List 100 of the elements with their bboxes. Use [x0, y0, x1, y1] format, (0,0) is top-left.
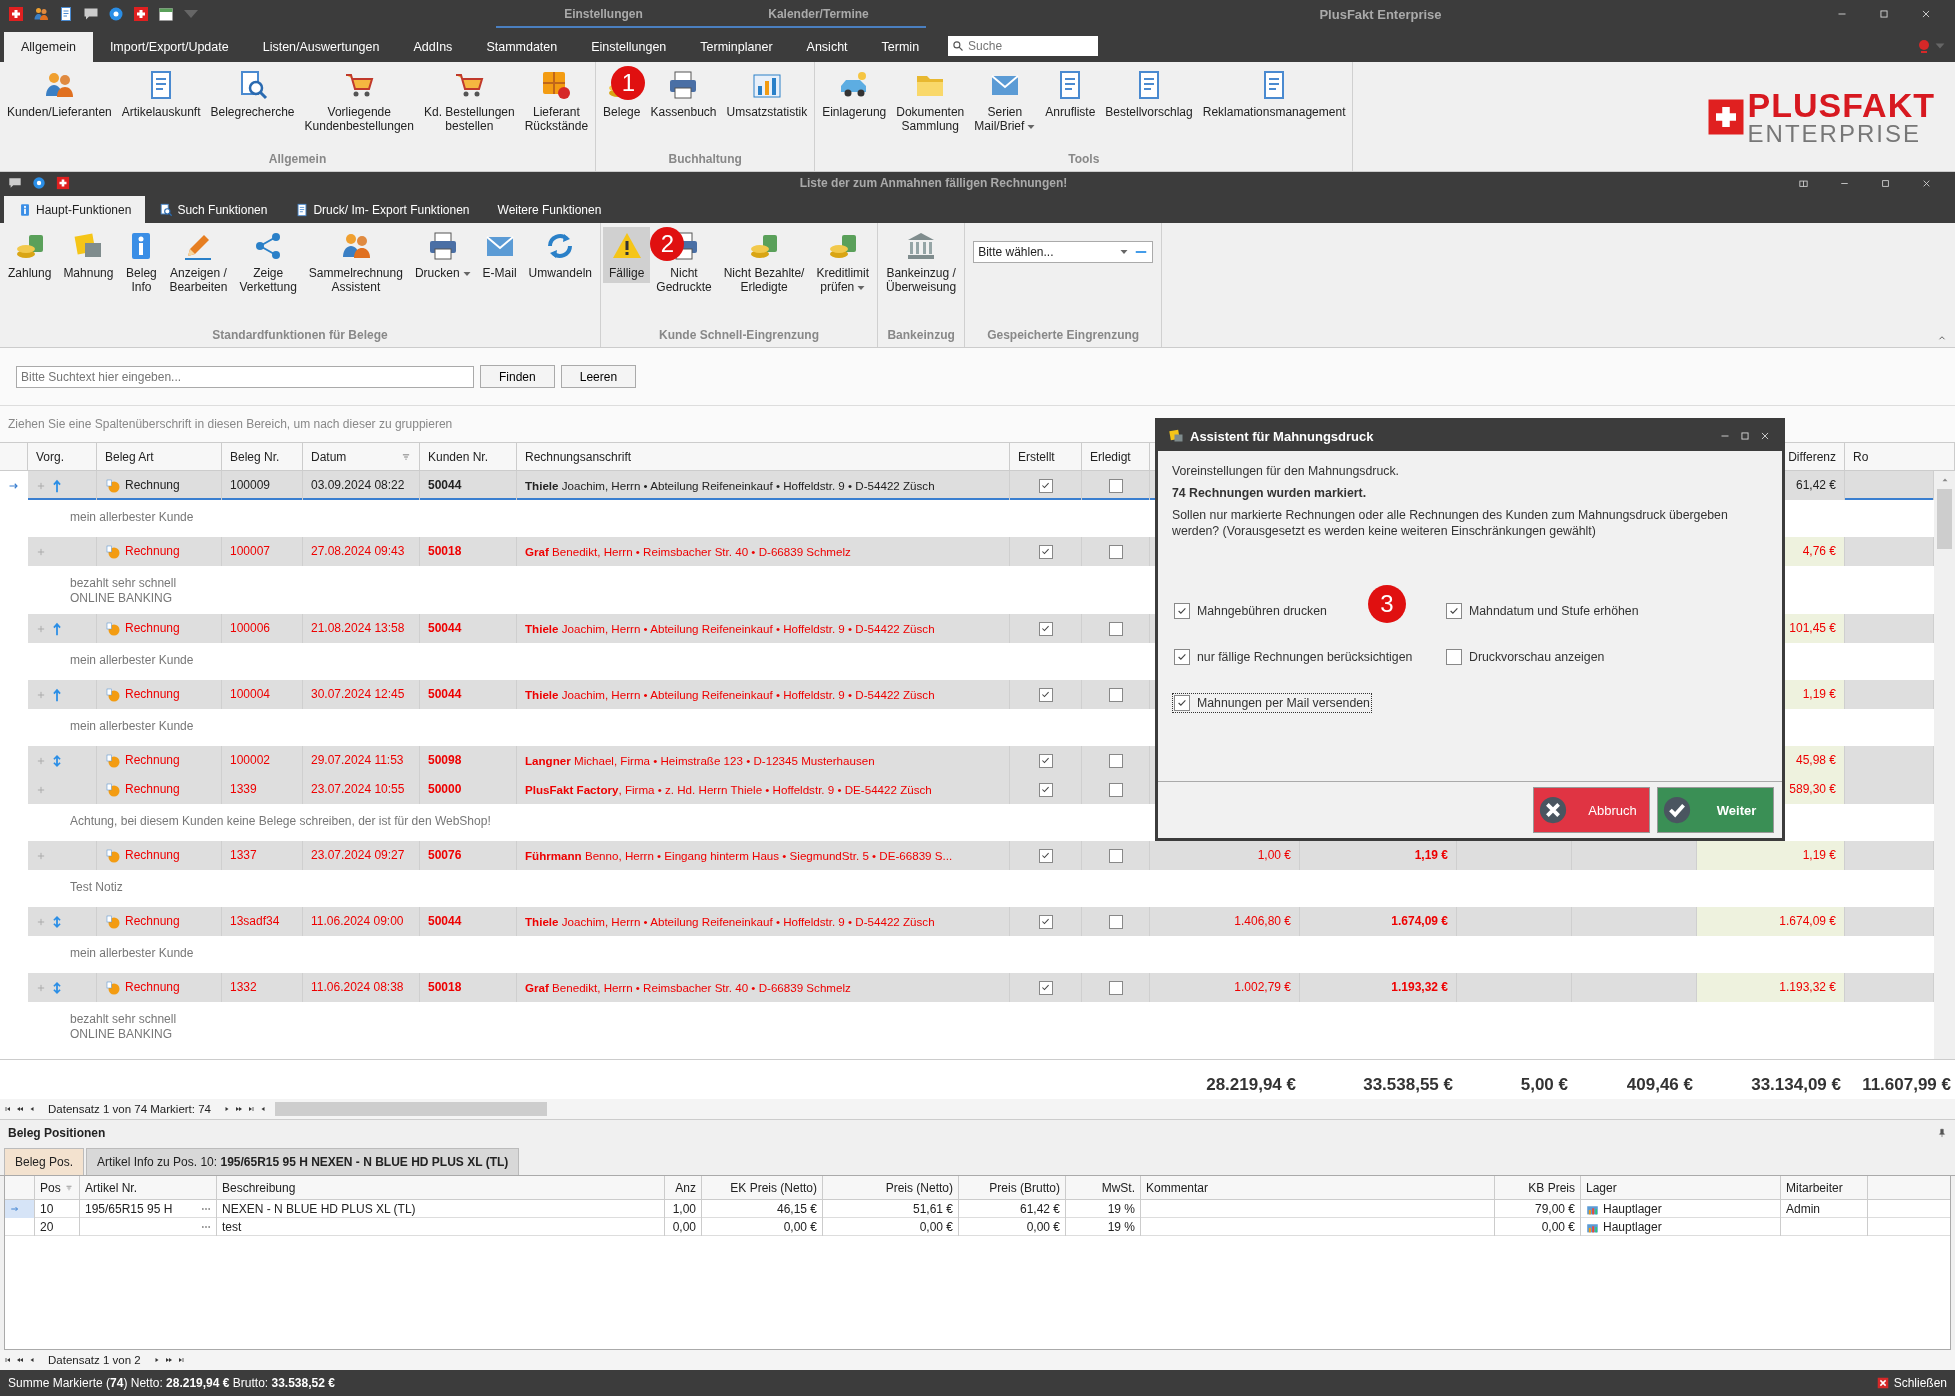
ribbon-button[interactable]: Sammelrechnung Assistent — [302, 227, 409, 297]
flag-icon[interactable] — [8, 6, 24, 22]
ribbon-button[interactable]: Kd. Bestellungen bestellen — [418, 66, 520, 136]
dialog-button[interactable]: Weiter — [1657, 787, 1774, 833]
checkbox[interactable] — [1038, 621, 1053, 636]
ribbon-button[interactable]: Umsatzstatistik — [721, 66, 813, 122]
search-field[interactable]: Suche — [948, 36, 1099, 56]
checkbox[interactable] — [1108, 980, 1123, 995]
next-page-icon[interactable] — [235, 1105, 243, 1113]
ribbon-tab[interactable]: Import/Export/Update — [92, 32, 246, 62]
column-header[interactable]: KB Preis — [1528, 1176, 1575, 1199]
search-field[interactable]: Bitte Suchtext hier eingeben... — [16, 365, 474, 388]
ribbon-button[interactable]: Dokumenten Sammlung — [891, 66, 970, 136]
previous-record-icon[interactable] — [28, 1105, 36, 1113]
maximize-icon[interactable] — [1738, 429, 1752, 443]
table-row[interactable]: Rechnung 1337 23.07.2024 09:27 50076 Führmann Benno, Herrn • Eingang hinterm Haus • SiegmundStr. 5 • DE-66839 S... 1,00 € 1,19 € 1,19 € — [28, 841, 1934, 870]
scrollbar[interactable] — [1934, 471, 1955, 1059]
ribbon-tab[interactable]: Allgemein — [4, 32, 93, 62]
column-header[interactable]: Pos — [40, 1176, 61, 1199]
ribbon-button[interactable]: Anzeigen / Bearbeiten — [163, 227, 234, 297]
users-icon[interactable] — [33, 6, 49, 22]
ribbon-button[interactable]: Belegrecherche — [205, 66, 300, 122]
ribbon-button[interactable]: Nicht Bezahlte/ Erledigte — [717, 227, 811, 297]
checkbox[interactable] — [1038, 914, 1053, 929]
search-button[interactable]: Leeren — [560, 365, 637, 388]
panel-tab[interactable]: Beleg Pos. — [4, 1148, 85, 1175]
dialog-button[interactable]: Abbruch — [1533, 787, 1650, 833]
checkbox[interactable] — [1038, 753, 1053, 768]
scroll-left-icon[interactable] — [259, 1105, 267, 1113]
checkbox[interactable] — [1038, 980, 1053, 995]
previous-page-icon[interactable] — [16, 1356, 24, 1364]
checkbox[interactable] — [1038, 478, 1053, 493]
pin-icon[interactable] — [1937, 1128, 1947, 1138]
ribbon-tab[interactable]: Terminplaner — [683, 32, 790, 62]
chat-icon[interactable] — [8, 176, 22, 190]
checkbox[interactable] — [1108, 621, 1123, 636]
ribbon-tab[interactable]: Ansicht — [789, 32, 865, 62]
ribbon-button[interactable]: Artikelauskunft — [116, 66, 206, 122]
ribbon-button[interactable]: Lieferant Rückstände — [519, 66, 594, 136]
column-header[interactable]: Anz — [675, 1176, 696, 1199]
help-icon[interactable] — [32, 176, 46, 190]
ribbon-button[interactable]: Nicht Gedruckte 2 — [650, 227, 718, 297]
previous-page-icon[interactable] — [16, 1105, 24, 1113]
ribbon-button[interactable]: Anrufliste — [1040, 66, 1101, 122]
column-header[interactable]: Preis (Brutto) — [989, 1176, 1060, 1199]
close-button[interactable]: Schließen — [1876, 1376, 1947, 1390]
ribbon-button[interactable]: Kunden/Lieferanten — [2, 66, 117, 122]
ribbon-button[interactable]: Bankeinzug / Überweisung — [880, 227, 963, 297]
first-record-icon[interactable] — [4, 1105, 12, 1113]
filter-dropdown[interactable]: Bitte wählen... — [973, 241, 1154, 263]
column-header[interactable]: Mitarbeiter — [1786, 1176, 1843, 1199]
panel-tab[interactable]: Artikel Info zu Pos. 10: 195/65R15 95 H NEXEN - N BLUE HD PLUS XL (TL) — [86, 1148, 520, 1175]
ribbon-button[interactable]: Bestellvorschlag — [1100, 66, 1198, 122]
checkbox[interactable] — [1108, 782, 1123, 797]
ribbon-tab[interactable]: Stammdaten — [469, 32, 575, 62]
scroll-thumb[interactable] — [1937, 489, 1952, 549]
last-record-icon[interactable] — [176, 1356, 185, 1364]
ribbon-tab[interactable]: AddIns — [396, 32, 470, 62]
ribbon-button[interactable]: Zeige Verkettung — [233, 227, 303, 297]
help-icon[interactable] — [108, 6, 124, 22]
previous-record-icon[interactable] — [28, 1356, 36, 1364]
checkbox[interactable] — [1108, 544, 1123, 559]
checkbox[interactable] — [1108, 848, 1123, 863]
column-header[interactable]: Beschreibung — [222, 1176, 296, 1199]
ribbon-button[interactable]: Beleg Info — [119, 227, 164, 297]
column-header[interactable]: Kommentar — [1146, 1176, 1209, 1199]
checkbox-option[interactable]: Mahnungen per Mail versenden — [1172, 693, 1372, 713]
calendar-icon[interactable] — [158, 6, 174, 22]
column-header[interactable]: Preis (Netto) — [885, 1176, 953, 1199]
ribbon-button[interactable]: Zahlung — [2, 227, 58, 283]
column-header[interactable]: Artikel Nr. — [85, 1176, 137, 1199]
table-row[interactable]: Rechnung 1332 11.06.2024 08:38 50018 Graf Benedikt, Herrn • Reimsbacher Str. 40 • D-66839 Schmelz 1.002,79 € 1.193,32 € 1.193,32 € — [28, 973, 1934, 1002]
last-record-icon[interactable] — [247, 1105, 255, 1113]
next-record-icon[interactable] — [223, 1105, 231, 1113]
maximize-icon[interactable] — [1877, 7, 1891, 21]
column-header[interactable]: EK Preis (Netto) — [730, 1176, 817, 1199]
checkbox[interactable] — [1108, 753, 1123, 768]
function-tab[interactable]: Haupt-Funktionen — [4, 196, 146, 223]
checkbox-option[interactable]: Druckvorschau anzeigen — [1444, 647, 1607, 667]
flag-icon[interactable] — [56, 176, 70, 190]
ribbon-button[interactable]: Reklamationsmanagement — [1197, 66, 1351, 122]
table-row[interactable]: Rechnung 13sadf34 11.06.2024 09:00 50044 Thiele Joachim, Herrn • Abteilung Reifeneinkauf • Hoffeldstr. 9 • D-54422 Züsch 1.406,80 € 1.674,09 € 1.674,09 € — [28, 907, 1934, 936]
checkbox[interactable] — [1038, 687, 1053, 702]
document-icon[interactable] — [58, 6, 74, 22]
ribbon-button[interactable]: Fällige — [603, 227, 651, 283]
first-record-icon[interactable] — [4, 1356, 12, 1364]
ribbon-button[interactable]: E-Mail — [476, 227, 523, 283]
ribbon-tab[interactable]: Listen/Auswertungen — [245, 32, 397, 62]
scroll-thumb[interactable] — [275, 1102, 547, 1116]
ribbon-button[interactable]: Kassenbuch — [645, 66, 722, 122]
function-tab[interactable]: Druck/ Im- Export Funktionen — [281, 196, 484, 223]
ribbon-tab[interactable]: Einstellungen — [574, 32, 684, 62]
checkbox[interactable] — [1038, 544, 1053, 559]
checkbox[interactable] — [1108, 478, 1123, 493]
flag-icon[interactable] — [133, 6, 149, 22]
function-tab[interactable]: Weitere Funktionen — [483, 196, 616, 223]
ribbon-button[interactable]: Kreditlimit prüfen — [810, 227, 876, 297]
column-header[interactable]: MwSt. — [1101, 1176, 1135, 1199]
ribbon-button[interactable]: Umwandeln — [522, 227, 598, 283]
checkbox-option[interactable]: nur fällige Rechnungen berücksichtigen — [1172, 647, 1415, 667]
